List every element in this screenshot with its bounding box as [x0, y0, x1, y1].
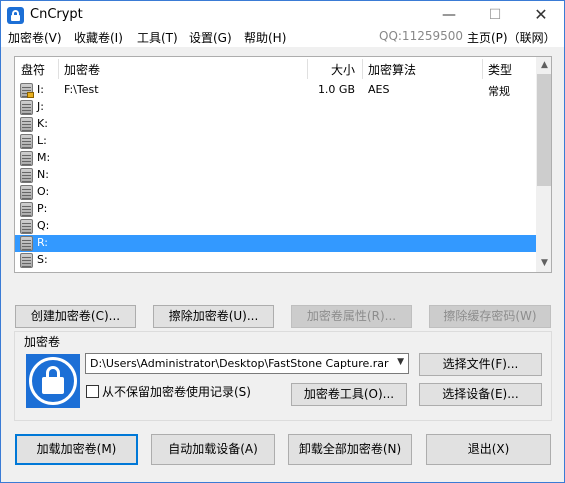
header-algorithm[interactable]: 加密算法: [368, 61, 416, 78]
drive-icon: [20, 236, 33, 251]
scroll-thumb[interactable]: [537, 74, 551, 186]
header-volume[interactable]: 加密卷: [64, 61, 100, 78]
header-type[interactable]: 类型: [488, 61, 512, 78]
volume-size: 1.0 GB: [317, 83, 355, 96]
menu-bar: 加密卷(V) 收藏卷(I) 工具(T) 设置(G) 帮助(H) QQ:11259…: [1, 27, 564, 47]
table-row[interactable]: P:: [15, 201, 536, 218]
table-row[interactable]: N:: [15, 167, 536, 184]
select-device-button[interactable]: 选择设备(E)...: [419, 383, 542, 406]
volume-group-label: 加密卷: [22, 333, 63, 350]
volume-tools-button[interactable]: 加密卷工具(O)...: [291, 383, 407, 406]
drive-letter: Q:: [37, 219, 50, 232]
mount-button[interactable]: 加载加密卷(M): [15, 434, 138, 465]
table-row[interactable]: K:: [15, 116, 536, 133]
volume-algorithm: AES: [368, 83, 390, 96]
drive-list-header: 盘符 加密卷 大小 加密算法 类型: [15, 57, 536, 81]
no-history-label[interactable]: 从不保留加密卷使用记录(S): [102, 383, 251, 400]
scroll-down-arrow-icon[interactable]: ▼: [536, 255, 551, 272]
drive-letter: K:: [37, 117, 48, 130]
select-file-button[interactable]: 选择文件(F)...: [419, 353, 542, 376]
drive-letter: S:: [37, 253, 48, 266]
header-drive[interactable]: 盘符: [21, 61, 45, 78]
drive-icon: [20, 134, 33, 149]
volume-path-value: D:\Users\Administrator\Desktop\FastStone…: [90, 357, 389, 370]
volume-type: 常规: [488, 85, 510, 98]
table-row[interactable]: L:: [15, 133, 536, 150]
drive-letter: M:: [37, 151, 51, 164]
drive-letter: P:: [37, 202, 48, 215]
vertical-scrollbar[interactable]: ▲ ▼: [536, 57, 551, 272]
menu-settings[interactable]: 设置(G): [189, 29, 232, 46]
volume-groupbox: [14, 331, 552, 421]
drive-list[interactable]: 盘符 加密卷 大小 加密算法 类型 I: F:\Test 1.0 GB AES 常规 J:…: [14, 56, 552, 273]
header-size[interactable]: 大小: [331, 61, 355, 78]
drive-icon: [20, 219, 33, 234]
menu-homepage[interactable]: 主页(P)（联网）: [467, 29, 556, 46]
table-row[interactable]: Q:: [15, 218, 536, 235]
chevron-down-icon[interactable]: ▼: [397, 357, 404, 367]
auto-mount-button[interactable]: 自动加载设备(A): [151, 434, 275, 465]
drive-letter: N:: [37, 168, 49, 181]
drive-icon: [20, 100, 33, 115]
app-lock-icon: [7, 7, 24, 24]
volume-path: F:\Test: [64, 83, 99, 96]
dismount-all-button[interactable]: 卸载全部加密卷(N): [288, 434, 412, 465]
drive-letter: J:: [37, 100, 44, 113]
create-volume-button[interactable]: 创建加密卷(C)...: [15, 305, 136, 328]
window-title: CnCrypt: [30, 7, 83, 22]
menu-volumes[interactable]: 加密卷(V): [8, 29, 62, 46]
table-row[interactable]: I: F:\Test 1.0 GB AES 常规: [15, 82, 536, 99]
volume-properties-button[interactable]: 加密卷属性(R)...: [291, 305, 412, 328]
table-row[interactable]: R:: [15, 235, 536, 252]
menu-tools[interactable]: 工具(T): [137, 29, 178, 46]
drive-letter: R:: [37, 236, 49, 249]
drive-icon: [20, 253, 33, 268]
wipe-cache-button[interactable]: 擦除缓存密码(W): [429, 305, 551, 328]
table-row[interactable]: M:: [15, 150, 536, 167]
wipe-volume-button[interactable]: 擦除加密卷(U)...: [153, 305, 274, 328]
drive-letter: O:: [37, 185, 50, 198]
cncrypt-window: CnCrypt — ☐ ✕ 加密卷(V) 收藏卷(I) 工具(T) 设置(G) …: [0, 0, 565, 483]
table-row[interactable]: S:: [15, 252, 536, 269]
drive-icon: [20, 83, 34, 98]
drive-letter: I:: [37, 83, 44, 96]
menu-favorites[interactable]: 收藏卷(I): [74, 29, 123, 46]
scroll-up-arrow-icon[interactable]: ▲: [536, 57, 551, 74]
drive-icon: [20, 151, 33, 166]
table-row[interactable]: J:: [15, 99, 536, 116]
volume-lock-icon: [26, 354, 80, 408]
drive-letter: L:: [37, 134, 47, 147]
qq-number: QQ:11259500: [379, 29, 464, 43]
mounted-lock-icon: [27, 92, 34, 98]
table-row[interactable]: O:: [15, 184, 536, 201]
volume-path-combo[interactable]: D:\Users\Administrator\Desktop\FastStone…: [85, 353, 409, 374]
drive-icon: [20, 202, 33, 217]
exit-button[interactable]: 退出(X): [426, 434, 551, 465]
drive-icon: [20, 117, 33, 132]
menu-help[interactable]: 帮助(H): [244, 29, 286, 46]
drive-icon: [20, 168, 33, 183]
drive-icon: [20, 185, 33, 200]
no-history-checkbox[interactable]: [86, 385, 99, 398]
